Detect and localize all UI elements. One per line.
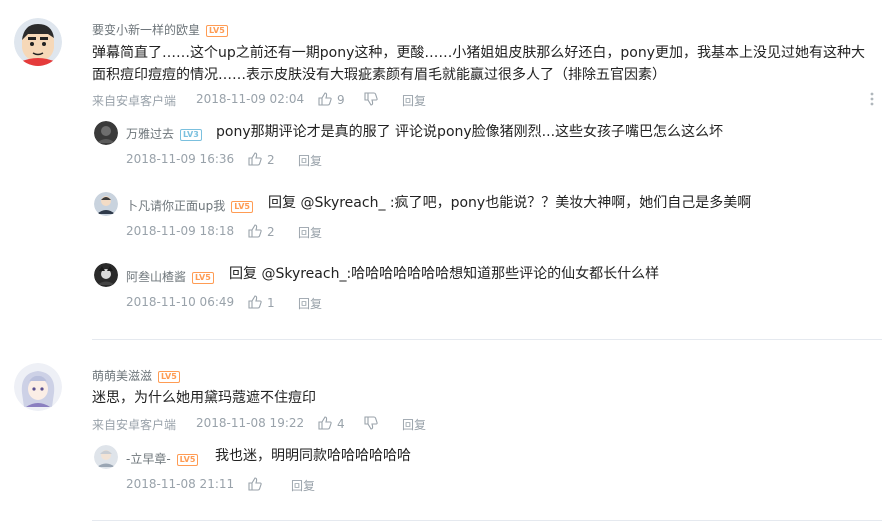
avatar[interactable] — [94, 121, 118, 145]
username[interactable]: 万雅过去 — [126, 127, 174, 141]
crayon-shinchan-avatar — [14, 18, 62, 66]
thumbs-up-icon — [248, 295, 262, 309]
reply-button[interactable]: 回复 — [298, 295, 322, 312]
comment-content: 迷思，为什么她用黛玛蔻遮不住痘印 — [92, 390, 316, 406]
username[interactable]: 卜凡请你正面up我 — [126, 199, 225, 213]
timestamp: 2018-11-09 16:36 — [126, 152, 235, 166]
level-badge: LV5 — [176, 454, 199, 466]
level-badge: LV5 — [231, 201, 253, 213]
like-count: 2 — [267, 153, 275, 167]
reply-meta: 2018-11-09 16:36 2 回复 — [126, 152, 426, 168]
like-count: 1 — [267, 296, 275, 310]
reply-content: pony那期评论才是真的服了 评论说pony脸像猪刚烈...这些女孩子嘴巴怎么这… — [216, 124, 724, 140]
username[interactable]: -立早章- — [126, 452, 171, 466]
level-badge: LV5 — [158, 371, 180, 383]
client-source: 来自安卓客户端 — [92, 94, 177, 108]
timestamp: 2018-11-09 18:18 — [126, 224, 235, 238]
reply-content: 回复 @Skyreach_:哈哈哈哈哈哈哈想知道那些评论的仙女都长什么样 — [229, 266, 660, 282]
like-button[interactable]: 2 — [248, 152, 275, 167]
reply-meta: 2018-11-09 18:18 2 回复 — [126, 224, 426, 240]
user-avatar-icon — [94, 121, 118, 145]
reply-meta: 2018-11-08 21:11 回复 — [126, 477, 426, 493]
divider — [92, 339, 882, 340]
more-vertical-icon[interactable] — [870, 92, 874, 106]
avatar[interactable] — [94, 445, 118, 469]
like-count: 9 — [337, 93, 345, 107]
like-count: 4 — [337, 417, 345, 431]
level-badge: LV3 — [180, 129, 202, 141]
timestamp: 2018-11-09 02:04 — [196, 92, 305, 106]
avatar[interactable] — [14, 363, 62, 411]
thumbs-up-icon — [248, 152, 262, 166]
comment-content: 弹幕简直了……这个up之前还有一期pony这种，更酸……小猪姐姐皮肤那么好还白，… — [92, 45, 865, 83]
timestamp: 2018-11-08 21:11 — [126, 477, 235, 491]
comment-meta: 来自安卓客户端 2018-11-09 02:04 9 回复 — [92, 92, 882, 108]
reply-button[interactable]: 回复 — [291, 477, 315, 494]
avatar[interactable] — [14, 18, 62, 66]
user-avatar-icon — [94, 192, 118, 216]
dislike-button[interactable] — [364, 416, 383, 431]
username[interactable]: 萌萌美滋滋 — [92, 369, 152, 383]
reply-content: 回复 @Skyreach_ :疯了吧，pony也能说？？美妆大神啊，她们自己是多… — [268, 195, 752, 211]
reply-meta: 2018-11-10 06:49 1 回复 — [126, 295, 426, 311]
thumbs-up-icon — [318, 416, 332, 430]
thumbs-up-icon — [318, 92, 332, 106]
thumbs-down-icon — [364, 416, 378, 430]
username[interactable]: 要变小新一样的欧皇 — [92, 23, 200, 37]
thumbs-down-icon — [364, 92, 378, 106]
divider — [92, 520, 882, 521]
reply-content: 我也迷，明明同款哈哈哈哈哈哈 — [215, 448, 411, 464]
reply-author[interactable]: 阿叁山楂酱 LV5 — [126, 268, 214, 285]
comment-author[interactable]: 萌萌美滋滋 LV5 — [92, 367, 180, 384]
anime-girl-avatar — [14, 363, 62, 411]
like-button[interactable]: 9 — [318, 92, 345, 107]
reply-author[interactable]: 万雅过去 LV3 — [126, 125, 202, 142]
reply-button[interactable]: 回复 — [298, 224, 322, 241]
timestamp: 2018-11-10 06:49 — [126, 295, 235, 309]
like-count: 2 — [267, 225, 275, 239]
avatar[interactable] — [94, 263, 118, 287]
reply-author[interactable]: -立早章- LV5 — [126, 450, 199, 467]
dislike-button[interactable] — [364, 92, 383, 107]
reply-button[interactable]: 回复 — [402, 416, 426, 433]
timestamp: 2018-11-08 19:22 — [196, 416, 305, 430]
level-badge: LV5 — [192, 272, 214, 284]
avatar[interactable] — [94, 192, 118, 216]
username[interactable]: 阿叁山楂酱 — [126, 270, 186, 284]
reply-author[interactable]: 卜凡请你正面up我 LV5 — [126, 197, 253, 214]
like-button[interactable]: 1 — [248, 295, 275, 310]
level-badge: LV5 — [206, 25, 228, 37]
comment-meta: 来自安卓客户端 2018-11-08 19:22 4 回复 — [92, 416, 882, 432]
reply-button[interactable]: 回复 — [402, 92, 426, 109]
thumbs-up-icon — [248, 477, 262, 491]
user-avatar-icon — [94, 445, 118, 469]
client-source: 来自安卓客户端 — [92, 418, 177, 432]
reply-button[interactable]: 回复 — [298, 152, 322, 169]
like-button[interactable]: 4 — [318, 416, 345, 431]
user-avatar-icon — [94, 263, 118, 287]
thumbs-up-icon — [248, 224, 262, 238]
like-button[interactable] — [248, 477, 267, 492]
like-button[interactable]: 2 — [248, 224, 275, 239]
comment-author[interactable]: 要变小新一样的欧皇 LV5 — [92, 21, 228, 38]
